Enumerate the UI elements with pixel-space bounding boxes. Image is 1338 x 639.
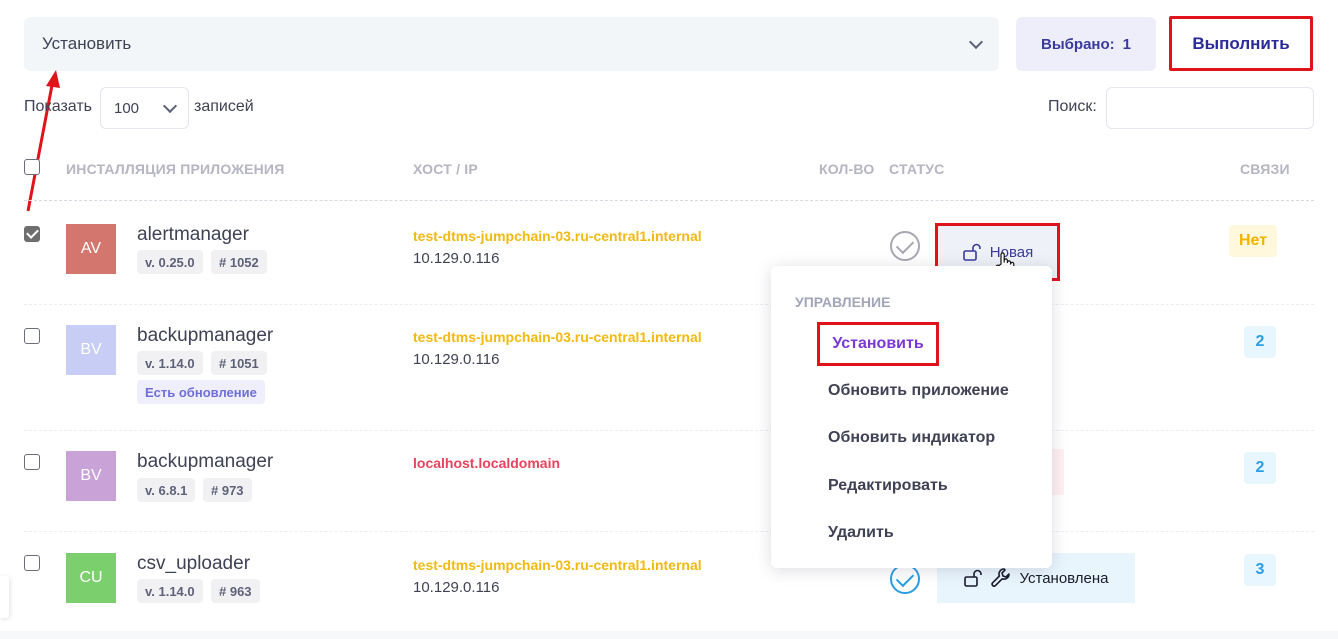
app-name[interactable]: backupmanager [137, 451, 273, 473]
status-action-menu: УПРАВЛЕНИЕ Установить Обновить приложени… [771, 266, 1052, 568]
version-tag: v. 0.25.0 [137, 250, 203, 274]
app-name[interactable]: backupmanager [137, 325, 273, 347]
menu-heading: УПРАВЛЕНИЕ [795, 294, 891, 310]
host-link[interactable]: localhost.localdomain [413, 455, 560, 471]
action-select[interactable]: Установить [24, 17, 999, 71]
action-select-value: Установить [42, 34, 132, 53]
ip-address: 10.129.0.116 [413, 250, 500, 267]
page-footer-strip [0, 631, 1338, 639]
app-name[interactable]: csv_uploader [137, 553, 250, 575]
selected-count: 1 [1122, 35, 1131, 53]
page-size-value: 100 [114, 99, 140, 117]
app-name[interactable]: alertmanager [137, 224, 249, 246]
host-link[interactable]: test-dtms-jumpchain-03.ru-central1.inter… [413, 557, 702, 573]
selected-label: Выбрано: [1041, 35, 1115, 53]
version-tag: v. 1.14.0 [137, 579, 203, 603]
selected-count-badge: Выбрано: 1 [1016, 17, 1156, 71]
chevron-down-icon [968, 34, 984, 49]
unlock-icon [964, 569, 983, 587]
avatar: BV [66, 451, 116, 501]
search-input[interactable] [1106, 87, 1314, 129]
menu-item-install[interactable]: Установить [817, 322, 939, 366]
chevron-down-icon [162, 98, 178, 113]
select-all-checkbox[interactable] [24, 159, 40, 175]
menu-item-update-indicator[interactable]: Обновить индикатор [828, 429, 995, 447]
page-size-select[interactable]: 100 [100, 87, 189, 129]
ip-address: 10.129.0.116 [413, 579, 500, 596]
header-install[interactable]: ИНСТАЛЛЯЦИЯ ПРИЛОЖЕНИЯ [66, 161, 284, 177]
install-number-tag: # 1052 [211, 250, 267, 274]
header-host[interactable]: ХОСТ / IP [413, 161, 478, 177]
avatar: AV [66, 224, 116, 274]
annotation-arrow-icon [26, 70, 60, 212]
unlock-icon [962, 243, 981, 261]
avatar: BV [66, 325, 116, 375]
status-label: Установлена [1019, 569, 1109, 587]
links-badge[interactable]: Нет [1229, 225, 1277, 257]
row-divider [24, 531, 1314, 532]
menu-item-edit[interactable]: Редактировать [828, 477, 948, 495]
links-badge[interactable]: 2 [1244, 326, 1276, 358]
row-checkbox[interactable] [24, 454, 40, 470]
header-count[interactable]: КОЛ-ВО [819, 161, 874, 177]
check-circle-icon[interactable] [890, 564, 920, 594]
header-divider [24, 200, 1314, 201]
row-divider [24, 430, 1314, 431]
links-badge[interactable]: 2 [1244, 452, 1276, 484]
row-checkbox[interactable] [24, 328, 40, 344]
host-link[interactable]: test-dtms-jumpchain-03.ru-central1.inter… [413, 228, 702, 244]
install-number-tag: # 1051 [211, 351, 267, 375]
check-circle-icon[interactable] [890, 231, 920, 261]
row-checkbox[interactable] [24, 226, 40, 242]
wrench-icon [991, 568, 1011, 587]
avatar: CU [66, 553, 116, 603]
update-available-badge: Есть обновление [137, 380, 265, 404]
header-links[interactable]: СВЯЗИ [1240, 161, 1290, 177]
links-badge[interactable]: 3 [1244, 554, 1276, 586]
menu-item-delete[interactable]: Удалить [828, 524, 894, 542]
header-status[interactable]: СТАТУС [889, 161, 944, 177]
host-link[interactable]: test-dtms-jumpchain-03.ru-central1.inter… [413, 329, 702, 345]
row-checkbox[interactable] [24, 555, 40, 571]
records-label: записей [194, 98, 254, 115]
version-tag: v. 6.8.1 [137, 478, 196, 502]
row-divider [24, 304, 1314, 305]
install-number-tag: # 963 [211, 579, 260, 603]
menu-item-update-app[interactable]: Обновить приложение [828, 382, 1009, 400]
show-label: Показать [24, 98, 93, 115]
ip-address: 10.129.0.116 [413, 351, 500, 368]
search-label: Поиск: [1048, 98, 1097, 115]
install-number-tag: # 973 [203, 478, 252, 502]
run-button[interactable]: Выполнить [1169, 16, 1313, 71]
version-tag: v. 1.14.0 [137, 351, 203, 375]
side-panel-tab[interactable] [0, 576, 9, 618]
